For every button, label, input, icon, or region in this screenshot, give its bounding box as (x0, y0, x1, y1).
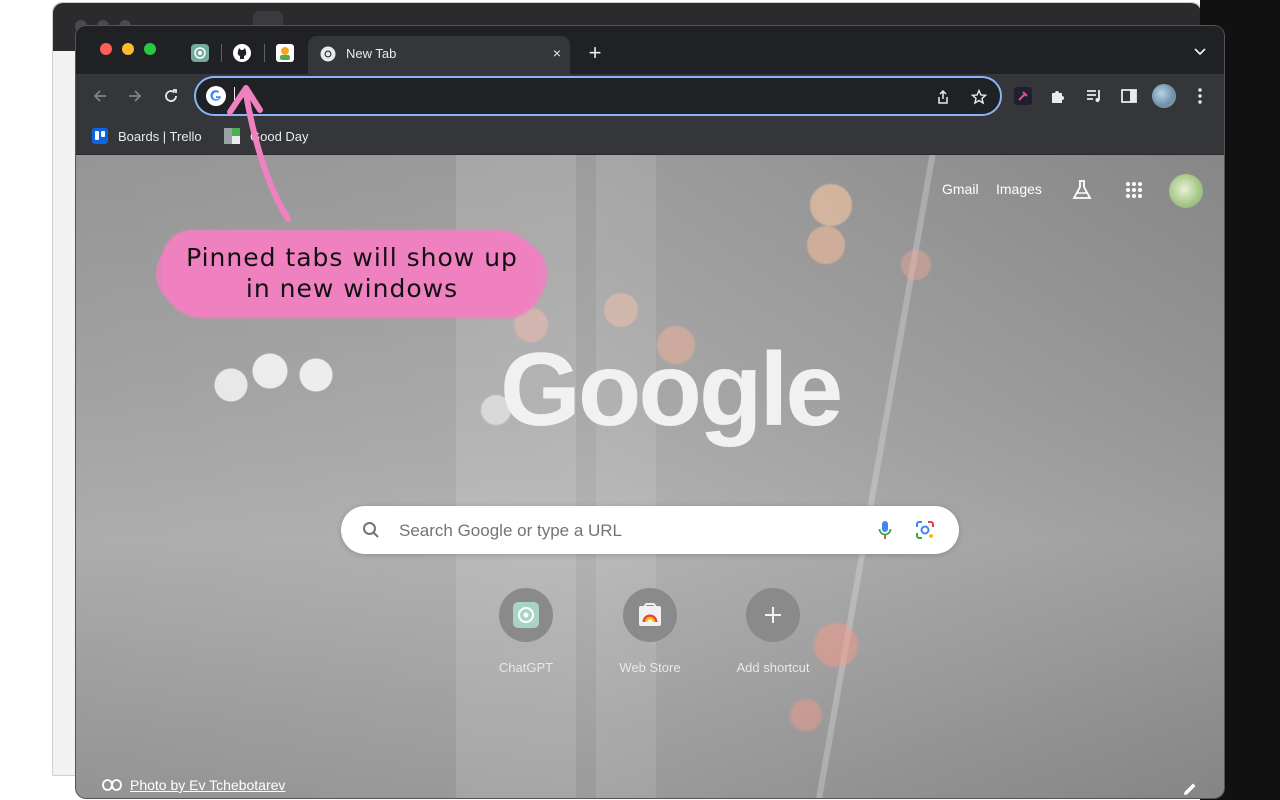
github-icon (233, 44, 251, 62)
address-bar[interactable] (194, 76, 1002, 116)
maximize-window-button[interactable] (144, 43, 156, 55)
search-labs-button[interactable] (1069, 177, 1095, 203)
images-link[interactable]: Images (996, 181, 1042, 197)
google-account-button[interactable] (1168, 173, 1204, 209)
google-apps-button[interactable] (1121, 177, 1147, 203)
pinned-tab-goodday[interactable] (266, 38, 304, 68)
trello-icon (92, 128, 108, 144)
callout-line-2: in new windows (245, 274, 459, 303)
forward-button[interactable] (121, 82, 149, 110)
puzzle-icon (1052, 91, 1064, 103)
pencil-icon (1184, 783, 1196, 795)
tab-strip: New Tab × + (76, 26, 1224, 74)
apps-grid-icon (1126, 182, 1142, 198)
photo-credit-text: Photo by Ev Tchebotarev (130, 777, 286, 793)
search-input[interactable] (397, 519, 861, 543)
tab-separator (221, 44, 222, 62)
extension-pin-icon (1014, 87, 1032, 105)
shortcut-chatgpt[interactable]: ChatGPT (470, 588, 582, 688)
tab-search-button[interactable] (1188, 40, 1212, 64)
extension-button[interactable] (1009, 82, 1037, 110)
minimize-window-button[interactable] (122, 43, 134, 55)
arrow-right-icon (129, 90, 142, 102)
reload-icon (165, 89, 177, 102)
background-photo-detail (596, 155, 656, 798)
extensions-menu-button[interactable] (1044, 82, 1072, 110)
chatgpt-icon (513, 602, 539, 628)
shortcut-icon-circle (746, 588, 800, 642)
chrome-menu-button[interactable] (1186, 82, 1214, 110)
bookmark-star-button[interactable] (968, 86, 990, 108)
customize-chrome-button[interactable] (1180, 779, 1200, 798)
close-tab-button[interactable]: × (548, 44, 566, 62)
queue-music-icon (1087, 90, 1100, 102)
shortcut-label: ChatGPT (498, 660, 554, 675)
bookmark-trello[interactable]: Boards | Trello (92, 126, 202, 146)
shortcut-web-store[interactable]: Web Store (594, 588, 706, 688)
address-input[interactable] (236, 84, 920, 110)
reload-button[interactable] (157, 82, 185, 110)
avatar (1152, 84, 1176, 108)
chevron-down-icon (1194, 48, 1206, 56)
photo-credit-link[interactable]: Photo by Ev Tchebotarev (102, 777, 285, 793)
star-icon (971, 89, 987, 105)
goodday-icon (276, 44, 294, 62)
new-tab-button[interactable]: + (582, 40, 608, 66)
bookmark-label: Boards | Trello (118, 128, 202, 144)
camera-lens-icon (916, 521, 934, 539)
side-panel-icon (1121, 89, 1137, 103)
avatar (1169, 174, 1203, 208)
search-icon (361, 520, 381, 540)
webstore-icon (639, 603, 661, 626)
callout-line-1: Pinned tabs will show up (186, 243, 518, 272)
side-panel-button[interactable] (1115, 82, 1143, 110)
gmail-link[interactable]: Gmail (942, 181, 979, 197)
callout-text: Pinned tabs will show up in new windows (162, 242, 542, 304)
tab-separator (264, 44, 265, 62)
close-window-button[interactable] (100, 43, 112, 55)
tab-new-tab[interactable]: New Tab × (308, 36, 570, 74)
share-icon (938, 89, 948, 104)
shortcut-icon-circle (499, 588, 553, 642)
add-shortcut-button[interactable]: Add shortcut (717, 588, 829, 688)
pinned-tab-chatgpt[interactable] (181, 38, 219, 68)
voice-search-button[interactable] (875, 520, 895, 540)
media-controls-button[interactable] (1080, 82, 1108, 110)
search-box[interactable] (341, 506, 959, 554)
annotation-callout: Pinned tabs will show up in new windows (156, 230, 548, 318)
tab-title: New Tab (346, 46, 397, 61)
plus-icon (765, 607, 781, 623)
shortcut-label: Web Store (619, 660, 681, 675)
google-logo: Google (500, 332, 843, 448)
shortcut-icon-circle (623, 588, 677, 642)
flask-icon (1072, 180, 1092, 199)
share-button[interactable] (932, 86, 954, 108)
chrome-icon (320, 46, 336, 62)
more-vertical-icon (1198, 88, 1202, 104)
arrow-left-icon (93, 90, 106, 102)
shortcut-label: Add shortcut (736, 660, 810, 675)
profile-button[interactable] (1150, 82, 1178, 110)
lens-search-button[interactable] (915, 520, 935, 540)
back-button[interactable] (86, 82, 114, 110)
pinned-tab-github[interactable] (223, 38, 261, 68)
microphone-icon (878, 521, 892, 539)
annotation-arrow (227, 85, 291, 222)
link-icon (102, 779, 122, 791)
chatgpt-icon (191, 44, 209, 62)
